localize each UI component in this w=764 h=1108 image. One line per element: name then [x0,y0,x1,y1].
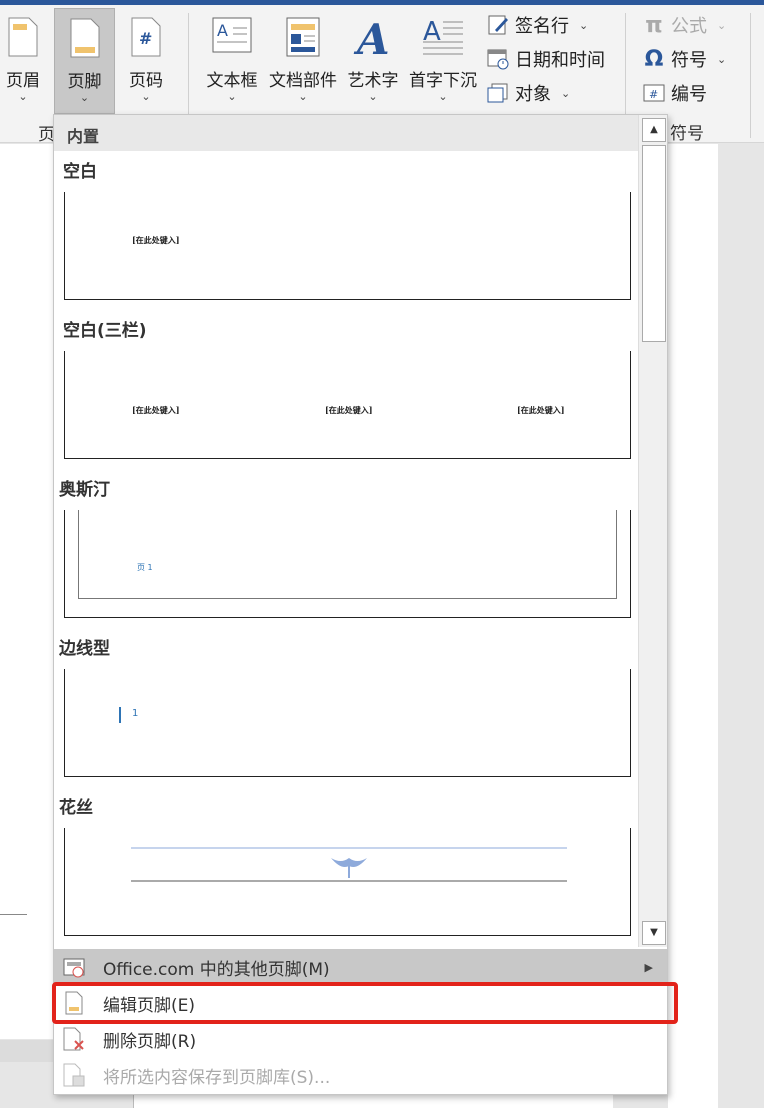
equation-label: 公式 [671,16,707,37]
chevron-down-icon: ⌄ [227,90,237,103]
symbol-button[interactable]: Ω 符号 ⌄ [643,44,727,74]
placeholder-text: [在此处键入] [132,405,180,415]
object-icon [487,82,509,104]
menu-more-footers-label: Office.com 中的其他页脚(M) [103,959,330,980]
calendar-icon [487,48,509,70]
chevron-down-icon: ⌄ [438,90,448,103]
footer-label: 页脚 [67,72,102,92]
scroll-thumb[interactable] [642,145,666,342]
number-label: 编号 [671,84,707,105]
header-label: 页眉 [6,71,40,91]
placeholder-text: [在此处键入] [517,405,565,415]
section-title: 内置 [54,115,638,151]
textbox-label: 文本框 [206,71,258,91]
footer-dropdown: 内置 空白 [在此处键入] 空白(三栏) [在此处键入] [在此处键入] [在此… [53,114,668,1095]
date-time-button[interactable]: 日期和时间 [487,44,605,74]
page-number-label: 页码 [129,71,163,91]
gallery-item-title: 边线型 [59,639,110,659]
menu-save-to-gallery[interactable]: 将所选内容保存到页脚库(S)... [54,1057,667,1093]
sideline-bar [119,707,121,723]
scroll-up-button[interactable]: ▲ [642,118,666,142]
footer-button[interactable]: 页脚 ⌄ [54,8,115,114]
gallery-item-title: 奥斯汀 [59,480,110,500]
wordart-button[interactable]: A 艺术字 ⌄ [345,8,401,114]
filigree-ornament-icon [131,847,567,882]
signature-line-button[interactable]: 签名行 ⌄ [487,10,588,40]
document-page-right [668,144,718,1108]
gallery-item-blank[interactable]: [在此处键入] [64,192,631,300]
gallery-item-sideline[interactable]: 1 [64,669,631,777]
chevron-down-icon: ⌄ [561,86,571,100]
gallery-item-blank-three-columns[interactable]: [在此处键入] [在此处键入] [在此处键入] [64,351,631,459]
chevron-right-icon: ▶ [644,960,653,974]
gallery-item-title: 空白 [63,162,97,182]
gallery-item-filigree[interactable] [64,828,631,936]
signature-line-label: 签名行 [515,16,569,37]
svg-text:#: # [139,29,152,48]
quick-parts-label: 文档部件 [269,71,337,91]
equation-button[interactable]: π 公式 ⌄ [643,10,726,40]
office-gallery-icon [61,954,87,980]
footer-icon [69,17,101,64]
wordart-label: 艺术字 [347,71,399,91]
document-gap [0,1040,56,1062]
save-to-gallery-icon [61,1062,87,1088]
chevron-down-icon: ⌄ [141,90,151,103]
textbox-icon: A [211,16,253,61]
object-label: 对象 [515,84,551,105]
chevron-down-icon: ⌄ [717,18,727,32]
page-number-icon: # [130,16,162,63]
document-page-bottom [133,1095,613,1108]
svg-text:A: A [217,21,228,40]
placeholder-text: [在此处键入] [325,405,373,415]
placeholder-text: [在此处键入] [132,235,180,245]
chevron-down-icon: ⌄ [298,90,308,103]
header-button[interactable]: 页眉 ⌄ [0,8,46,114]
svg-text:#: # [649,88,658,101]
page-number-text: 页 1 [137,563,153,572]
document-line [0,914,27,915]
pi-icon: π [645,12,663,38]
svg-text:A: A [353,16,390,58]
gallery-item-title: 花丝 [59,798,93,818]
document-page-left [0,144,56,1039]
scroll-down-button[interactable]: ▼ [642,921,666,945]
page-number-text: 1 [132,708,139,719]
textbox-button[interactable]: A 文本框 ⌄ [204,8,260,114]
chevron-down-icon: ⌄ [18,90,28,103]
wordart-icon: A [353,15,393,64]
gallery-item-austin[interactable]: 页 1 [64,510,631,618]
austin-frame [78,510,617,599]
chevron-down-icon: ⌄ [717,52,727,66]
drop-cap-icon: A [421,16,465,63]
number-icon: # [643,82,665,104]
quick-parts-icon [285,16,321,63]
highlight-box [52,982,678,1024]
chevron-down-icon: ⌄ [79,91,90,104]
signature-icon [487,14,509,36]
group-symbols-label: 符号 [670,124,704,144]
quick-parts-button[interactable]: 文档部件 ⌄ [266,8,340,114]
footer-gallery: 空白 [在此处键入] 空白(三栏) [在此处键入] [在此处键入] [在此处键入… [54,151,638,947]
remove-footer-icon [61,1026,87,1052]
symbol-label: 符号 [671,50,707,71]
menu-remove-footer-label: 删除页脚(R) [103,1031,197,1052]
date-time-label: 日期和时间 [515,50,605,71]
drop-cap-button[interactable]: A 首字下沉 ⌄ [406,8,480,114]
menu-more-footers[interactable]: Office.com 中的其他页脚(M) ▶ [54,949,667,985]
object-button[interactable]: 对象 ⌄ [487,78,570,108]
omega-icon: Ω [644,46,664,72]
page-number-button[interactable]: # 页码 ⌄ [122,8,170,114]
header-icon [7,16,39,63]
drop-cap-label: 首字下沉 [409,71,477,91]
number-button[interactable]: # 编号 [643,78,707,108]
gallery-item-title: 空白(三栏) [63,321,147,341]
chevron-down-icon: ⌄ [579,18,589,32]
chevron-down-icon: ⌄ [368,90,378,103]
menu-remove-footer[interactable]: 删除页脚(R) [54,1021,667,1057]
gallery-scrollbar[interactable]: ▲ ▼ [638,115,667,947]
menu-save-to-gallery-label: 将所选内容保存到页脚库(S)... [103,1067,331,1088]
